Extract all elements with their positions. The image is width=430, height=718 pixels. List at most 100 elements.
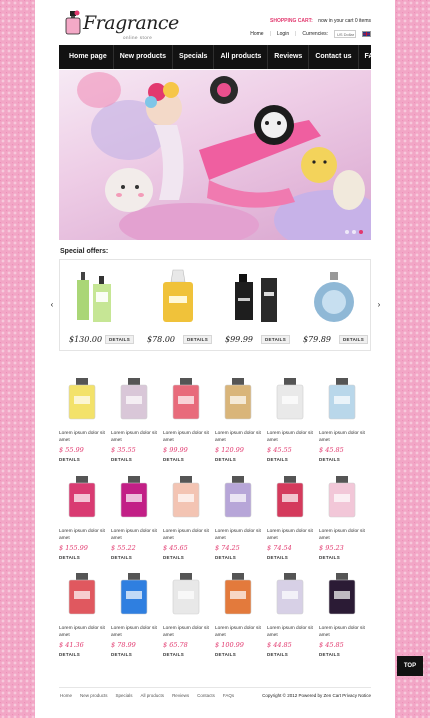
details-button[interactable]: DETAILS bbox=[105, 335, 135, 344]
perfume-image[interactable] bbox=[59, 571, 105, 617]
details-button[interactable]: DETAILS bbox=[163, 555, 184, 560]
copyright-text[interactable]: Copyright © 2012 Powered by Zen Cart Pri… bbox=[262, 693, 371, 698]
login-link[interactable]: Login bbox=[277, 31, 289, 37]
offer-item[interactable]: $130.00 DETAILS bbox=[63, 262, 135, 348]
currency-select[interactable]: US Dollar bbox=[334, 30, 356, 38]
nav-specials[interactable]: Specials bbox=[173, 45, 215, 69]
banner-dot[interactable] bbox=[345, 230, 349, 234]
nav-contact-us[interactable]: Contact us bbox=[309, 45, 359, 69]
offer-item[interactable]: $79.89 DETAILS bbox=[297, 262, 369, 348]
perfume-image[interactable] bbox=[163, 571, 209, 617]
perfume-image[interactable] bbox=[267, 474, 313, 520]
perfume-image[interactable] bbox=[319, 571, 365, 617]
perfume-image[interactable] bbox=[215, 571, 261, 617]
details-button[interactable]: DETAILS bbox=[319, 555, 340, 560]
perfume-image[interactable] bbox=[59, 474, 105, 520]
details-button[interactable]: DETAILS bbox=[215, 457, 236, 462]
offer-item[interactable]: $99.99 DETAILS bbox=[219, 262, 291, 348]
product-card[interactable]: Lorem ipsum dolor sit amet $ 65.78 DETAILS bbox=[163, 571, 215, 661]
perfume-image[interactable] bbox=[111, 474, 157, 520]
perfume-image[interactable] bbox=[59, 376, 105, 422]
perfume-image[interactable] bbox=[153, 266, 203, 330]
product-card[interactable]: Lorem ipsum dolor sit amet $ 74.25 DETAILS bbox=[215, 474, 267, 564]
details-button[interactable]: DETAILS bbox=[59, 457, 80, 462]
product-name[interactable]: Lorem ipsum dolor sit amet bbox=[319, 431, 369, 444]
details-button[interactable]: DETAILS bbox=[267, 652, 288, 657]
product-name[interactable]: Lorem ipsum dolor sit amet bbox=[111, 626, 161, 639]
product-card[interactable]: Lorem ipsum dolor sit amet $ 41.36 DETAILS bbox=[59, 571, 111, 661]
perfume-image[interactable] bbox=[75, 266, 125, 330]
product-card[interactable]: Lorem ipsum dolor sit amet $ 45.55 DETAILS bbox=[267, 376, 319, 466]
nav-home[interactable]: Home page bbox=[63, 45, 114, 69]
footer-link-contacts[interactable]: Contacts bbox=[197, 693, 215, 698]
product-name[interactable]: Lorem ipsum dolor sit amet bbox=[267, 626, 317, 639]
footer-link-specials[interactable]: Specials bbox=[116, 693, 133, 698]
product-card[interactable]: Lorem ipsum dolor sit amet $ 45.65 DETAILS bbox=[163, 474, 215, 564]
product-card[interactable]: Lorem ipsum dolor sit amet $ 44.85 DETAILS bbox=[267, 571, 319, 661]
perfume-image[interactable] bbox=[319, 376, 365, 422]
product-card[interactable]: Lorem ipsum dolor sit amet $ 35.55 DETAILS bbox=[111, 376, 163, 466]
nav-new-products[interactable]: New products bbox=[114, 45, 174, 69]
cart-text[interactable]: now in your cart 0 items bbox=[318, 18, 371, 24]
product-card[interactable]: Lorem ipsum dolor sit amet $ 99.99 DETAILS bbox=[163, 376, 215, 466]
perfume-image[interactable] bbox=[163, 376, 209, 422]
product-name[interactable]: Lorem ipsum dolor sit amet bbox=[215, 431, 265, 444]
product-name[interactable]: Lorem ipsum dolor sit amet bbox=[267, 431, 317, 444]
perfume-image[interactable] bbox=[111, 376, 157, 422]
chevron-left-icon[interactable]: ‹ bbox=[47, 300, 57, 309]
product-card[interactable]: Lorem ipsum dolor sit amet $ 100.99 DETAIL… bbox=[215, 571, 267, 661]
perfume-image[interactable] bbox=[163, 474, 209, 520]
details-button[interactable]: DETAILS bbox=[111, 555, 132, 560]
uk-flag-icon[interactable] bbox=[362, 31, 371, 37]
product-card[interactable]: Lorem ipsum dolor sit amet $ 55.99 DETAILS bbox=[59, 376, 111, 466]
perfume-image[interactable] bbox=[267, 376, 313, 422]
shopping-cart-info[interactable]: SHOPPING CART: now in your cart 0 items bbox=[270, 18, 371, 24]
product-name[interactable]: Lorem ipsum dolor sit amet bbox=[59, 431, 109, 444]
product-card[interactable]: Lorem ipsum dolor sit amet $ 120.99 DETAIL… bbox=[215, 376, 267, 466]
perfume-image[interactable] bbox=[111, 571, 157, 617]
details-button[interactable]: DETAILS bbox=[267, 457, 288, 462]
product-name[interactable]: Lorem ipsum dolor sit amet bbox=[215, 626, 265, 639]
details-button[interactable]: DETAILS bbox=[215, 555, 236, 560]
perfume-image[interactable] bbox=[231, 266, 281, 330]
offer-item[interactable]: $78.00 DETAILS bbox=[141, 262, 213, 348]
details-button[interactable]: DETAILS bbox=[163, 457, 184, 462]
logo[interactable]: Fragrance online store bbox=[65, 8, 179, 42]
banner-dot[interactable] bbox=[352, 230, 356, 234]
nav-reviews[interactable]: Reviews bbox=[268, 45, 310, 69]
details-button[interactable]: DETAILS bbox=[59, 555, 80, 560]
footer-link-home[interactable]: Home bbox=[60, 693, 72, 698]
perfume-image[interactable] bbox=[215, 376, 261, 422]
product-name[interactable]: Lorem ipsum dolor sit amet bbox=[267, 529, 317, 542]
product-card[interactable]: Lorem ipsum dolor sit amet $ 155.99 DETAIL… bbox=[59, 474, 111, 564]
details-button[interactable]: DETAILS bbox=[319, 457, 340, 462]
details-button[interactable]: DETAILS bbox=[339, 335, 369, 344]
perfume-image[interactable] bbox=[309, 266, 359, 330]
scroll-to-top-button[interactable]: TOP bbox=[397, 656, 423, 676]
details-button[interactable]: DETAILS bbox=[111, 457, 132, 462]
footer-link-all-products[interactable]: All products bbox=[141, 693, 165, 698]
details-button[interactable]: DETAILS bbox=[163, 652, 184, 657]
footer-link-faqs[interactable]: FAQs bbox=[223, 693, 234, 698]
product-name[interactable]: Lorem ipsum dolor sit amet bbox=[59, 626, 109, 639]
product-card[interactable]: Lorem ipsum dolor sit amet $ 95.23 DETAILS bbox=[319, 474, 371, 564]
product-name[interactable]: Lorem ipsum dolor sit amet bbox=[111, 529, 161, 542]
perfume-image[interactable] bbox=[267, 571, 313, 617]
details-button[interactable]: DETAILS bbox=[59, 652, 80, 657]
details-button[interactable]: DETAILS bbox=[267, 555, 288, 560]
banner-dot-active[interactable] bbox=[359, 230, 363, 234]
perfume-image[interactable] bbox=[319, 474, 365, 520]
product-card[interactable]: Lorem ipsum dolor sit amet $ 78.99 DETAILS bbox=[111, 571, 163, 661]
product-name[interactable]: Lorem ipsum dolor sit amet bbox=[163, 626, 213, 639]
details-button[interactable]: DETAILS bbox=[183, 335, 213, 344]
product-name[interactable]: Lorem ipsum dolor sit amet bbox=[163, 529, 213, 542]
product-card[interactable]: Lorem ipsum dolor sit amet $ 45.85 DETAILS bbox=[319, 376, 371, 466]
product-name[interactable]: Lorem ipsum dolor sit amet bbox=[111, 431, 161, 444]
product-name[interactable]: Lorem ipsum dolor sit amet bbox=[215, 529, 265, 542]
details-button[interactable]: DETAILS bbox=[215, 652, 236, 657]
perfume-image[interactable] bbox=[215, 474, 261, 520]
hero-banner[interactable] bbox=[59, 70, 371, 240]
footer-link-new-products[interactable]: New products bbox=[80, 693, 108, 698]
chevron-right-icon[interactable]: › bbox=[374, 300, 384, 309]
home-link[interactable]: Home bbox=[250, 31, 263, 37]
